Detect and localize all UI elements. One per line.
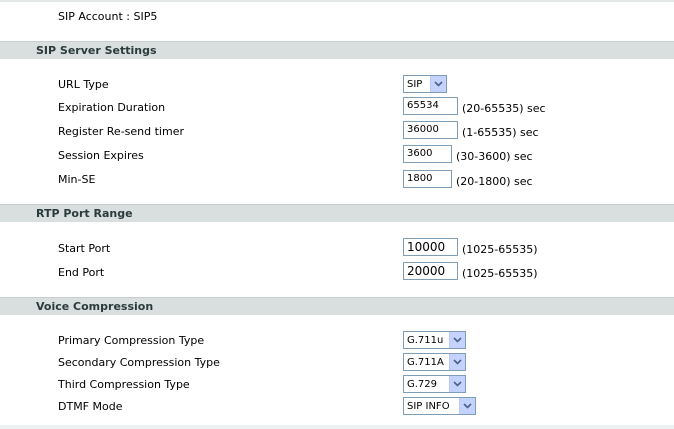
top-divider bbox=[0, 0, 674, 2]
bottom-divider bbox=[0, 425, 674, 429]
section-header-voice: Voice Compression bbox=[0, 297, 674, 315]
end-port-input[interactable]: 20000 bbox=[403, 262, 458, 280]
chevron-down-icon[interactable] bbox=[449, 376, 465, 392]
section-title: SIP Server Settings bbox=[36, 44, 157, 57]
url-type-label: URL Type bbox=[58, 78, 109, 91]
start-port-label: Start Port bbox=[58, 242, 111, 255]
sip-account-label: SIP Account : SIP5 bbox=[58, 10, 158, 23]
dtmf-mode-value: SIP INFO bbox=[407, 400, 450, 412]
dtmf-mode-select[interactable]: SIP INFO bbox=[403, 397, 476, 415]
secondary-compression-label: Secondary Compression Type bbox=[58, 356, 220, 369]
register-resend-label: Register Re-send timer bbox=[58, 125, 184, 138]
url-type-select[interactable]: SIP bbox=[403, 75, 447, 93]
chevron-down-icon[interactable] bbox=[430, 76, 446, 92]
dtmf-mode-label: DTMF Mode bbox=[58, 400, 123, 413]
chevron-down-icon[interactable] bbox=[459, 398, 475, 414]
register-resend-input[interactable]: 36000 bbox=[403, 121, 458, 139]
end-port-label: End Port bbox=[58, 266, 105, 279]
third-compression-value: G.729 bbox=[407, 378, 438, 390]
expiration-duration-hint: (20-65535) sec bbox=[462, 102, 546, 115]
primary-compression-label: Primary Compression Type bbox=[58, 334, 205, 347]
url-type-value: SIP bbox=[407, 78, 423, 90]
min-se-hint: (20-1800) sec bbox=[456, 175, 533, 188]
register-resend-hint: (1-65535) sec bbox=[462, 126, 539, 139]
session-expires-label: Session Expires bbox=[58, 149, 144, 162]
session-expires-input[interactable]: 3600 bbox=[403, 145, 452, 163]
start-port-input[interactable]: 10000 bbox=[403, 238, 458, 256]
primary-compression-value: G.711u bbox=[407, 334, 444, 346]
primary-compression-select[interactable]: G.711u bbox=[403, 331, 466, 349]
secondary-compression-select[interactable]: G.711A bbox=[403, 353, 466, 371]
secondary-compression-value: G.711A bbox=[407, 356, 444, 368]
min-se-label: Min-SE bbox=[58, 173, 96, 186]
end-port-hint: (1025-65535) bbox=[462, 267, 538, 280]
section-title: RTP Port Range bbox=[36, 207, 133, 220]
chevron-down-icon[interactable] bbox=[449, 332, 465, 348]
expiration-duration-input[interactable]: 65534 bbox=[403, 97, 458, 115]
section-header-sip-server: SIP Server Settings bbox=[0, 41, 674, 59]
min-se-input[interactable]: 1800 bbox=[403, 170, 452, 188]
third-compression-label: Third Compression Type bbox=[58, 378, 190, 391]
third-compression-select[interactable]: G.729 bbox=[403, 375, 466, 393]
start-port-hint: (1025-65535) bbox=[462, 243, 538, 256]
expiration-duration-label: Expiration Duration bbox=[58, 101, 166, 114]
chevron-down-icon[interactable] bbox=[449, 354, 465, 370]
section-header-rtp: RTP Port Range bbox=[0, 204, 674, 222]
session-expires-hint: (30-3600) sec bbox=[456, 150, 533, 163]
section-title: Voice Compression bbox=[36, 300, 154, 313]
